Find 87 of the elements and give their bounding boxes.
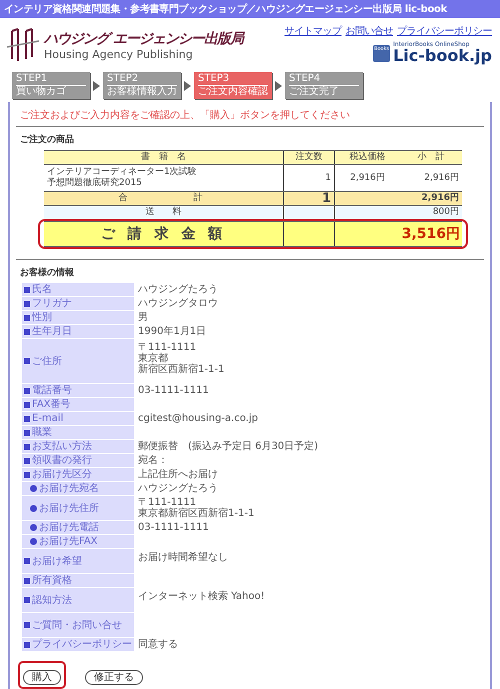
field-value: 〒111-1111 東京都 新宿区西新宿1-1-1 <box>138 342 224 375</box>
field-value: ハウジングたろう <box>138 483 218 494</box>
round-bullet-icon <box>30 524 37 531</box>
field-label: 職業 <box>22 426 134 439</box>
field-label: 所有資格 <box>22 574 134 587</box>
square-bullet-icon <box>24 444 30 450</box>
square-bullet-icon <box>24 286 30 292</box>
field-value: 1990年1月1日 <box>138 326 206 337</box>
section-heading: お客様の情報 <box>19 266 75 280</box>
field-value: cgitest@housing-a.co.jp <box>138 413 258 424</box>
header-link[interactable]: プライバシーポリシー <box>397 24 492 38</box>
square-bullet-icon <box>24 458 30 464</box>
square-bullet-icon <box>24 622 30 628</box>
table-cell-text: 2,916円 <box>349 172 386 184</box>
field-label: 認知方法 <box>22 588 134 612</box>
step-indicator: STEP4 ご注文完了 <box>285 72 363 99</box>
field-label: お届け先宛名 <box>22 482 134 495</box>
field-label: お届け先住所 <box>22 496 134 520</box>
field-value: お届け時間希望なし <box>138 552 228 563</box>
field-value: ハウジングたろう <box>138 284 218 295</box>
header-link[interactable]: サイトマップ <box>284 24 342 38</box>
square-bullet-icon <box>24 597 30 603</box>
field-value: 03-1111-1111 <box>138 522 209 533</box>
field-label: 性別 <box>22 311 134 324</box>
field-value: 同意する <box>138 639 178 650</box>
square-bullet-icon <box>24 578 30 584</box>
field-value: 郵便振替 (振込み予定日 6月30日予定) <box>138 441 318 452</box>
header-link[interactable]: お問い合せ <box>346 24 393 38</box>
table-cell-text: 2,916円 <box>423 172 460 184</box>
field-label: 生年月日 <box>22 325 134 338</box>
square-bullet-icon <box>24 642 30 648</box>
square-bullet-icon <box>24 402 30 408</box>
page-title-bar: インテリア資格関連問題集・参考書専門ブックショップ／ハウジングエージェンシー出版局 lic-book <box>0 0 500 18</box>
field-label: フリガナ <box>22 297 134 310</box>
logo-title: ハウジング エージェンシー出版局 <box>44 30 243 48</box>
table-cell-text: 800円 <box>432 206 460 219</box>
step-indicator: STEP1 買い物カゴ <box>12 72 90 99</box>
field-value: インターネット検索 Yahoo! <box>138 591 265 602</box>
round-bullet-icon <box>30 538 37 545</box>
field-value: ハウジングタロウ <box>138 298 218 309</box>
field-label: お届け先区分 <box>22 468 134 481</box>
building-logo-icon <box>6 27 40 63</box>
grand-total-label: ご 請 求 金 額 <box>44 222 284 246</box>
field-label: ご住所 <box>22 339 134 383</box>
step-indicator: STEP2 お客様情報入力 <box>103 72 181 99</box>
field-label: プライバシーポリシー <box>22 638 134 651</box>
field-value: 上記住所へお届け <box>138 469 218 480</box>
logo-subtitle: Housing Agency Publishing <box>44 48 194 60</box>
field-label: お支払い方法 <box>22 440 134 453</box>
form-button[interactable]: 修正する <box>85 670 143 685</box>
table-header: 税込価格 <box>348 151 386 164</box>
field-value: 男 <box>138 312 148 323</box>
field-value: 宛名： <box>138 455 168 466</box>
section-heading: ご注文の商品 <box>19 133 75 147</box>
table-header: 小 計 <box>416 151 446 164</box>
square-bullet-icon <box>24 314 30 320</box>
shop-name: Lic-book.jp <box>393 48 492 64</box>
field-label: 電話番号 <box>22 384 134 397</box>
square-bullet-icon <box>24 430 30 436</box>
step-arrow-icon <box>184 80 191 90</box>
square-bullet-icon <box>24 416 30 422</box>
step-arrow-icon <box>93 80 100 90</box>
field-label: お届け先FAX <box>22 535 134 548</box>
square-bullet-icon <box>24 472 30 478</box>
step-arrow-icon <box>275 80 282 90</box>
notice-text: ご注文およびご入力内容をご確認の上、「購入」ボタンを押してください <box>16 102 484 127</box>
field-label: お届け先電話 <box>22 521 134 534</box>
table-cell-text: 2,916円 <box>420 192 460 205</box>
table-cell: 送 料 <box>44 206 284 219</box>
field-label: ご質問・お問い合せ <box>22 613 134 637</box>
field-label: 領収書の発行 <box>22 454 134 467</box>
field-label: お届け希望 <box>22 549 134 573</box>
field-label: FAX番号 <box>22 398 134 411</box>
round-bullet-icon <box>30 485 37 492</box>
step-indicator: STEP3 ご注文内容確認 <box>194 72 272 99</box>
square-bullet-icon <box>24 300 30 306</box>
field-value: 03-1111-1111 <box>138 385 209 396</box>
square-bullet-icon <box>24 388 30 394</box>
form-button[interactable]: 購入 <box>23 670 61 685</box>
field-value: 〒111-1111 東京都新宿区西新宿1-1-1 <box>138 497 254 519</box>
field-label: 氏名 <box>22 283 134 296</box>
field-label: E-mail <box>22 412 134 425</box>
square-bullet-icon <box>24 558 30 564</box>
square-bullet-icon <box>24 358 30 364</box>
grand-total-amount: 3,516円 <box>400 225 461 244</box>
square-bullet-icon <box>24 328 30 334</box>
round-bullet-icon <box>30 504 37 512</box>
